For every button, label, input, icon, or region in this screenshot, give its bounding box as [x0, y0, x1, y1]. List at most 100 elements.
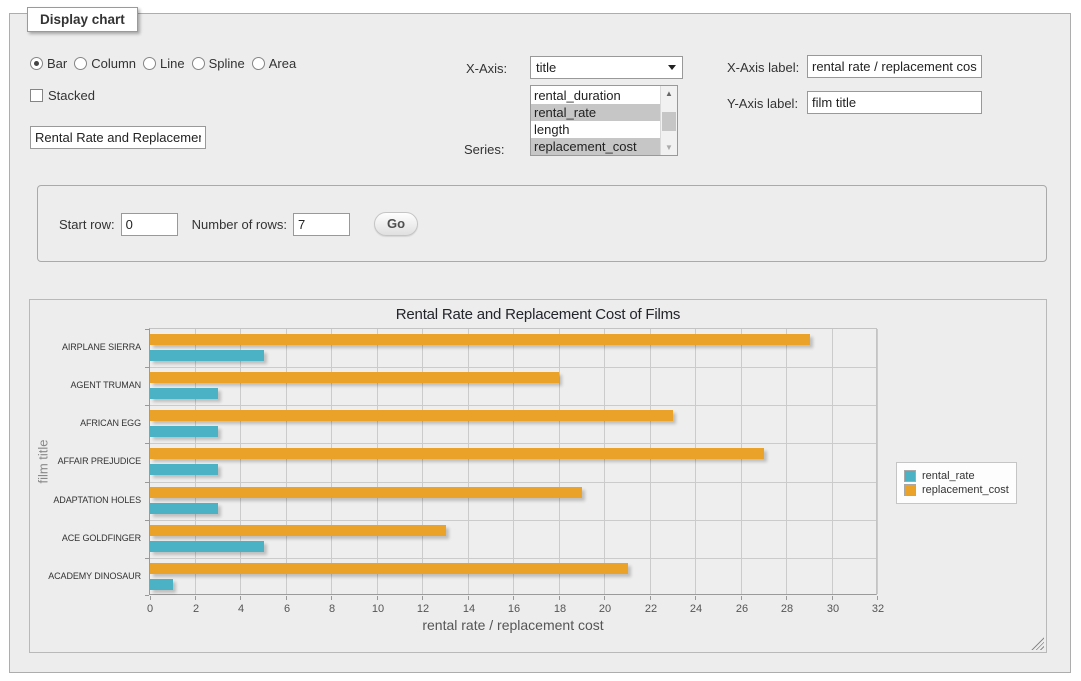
num-rows-label: Number of rows:: [192, 217, 287, 232]
chart-type-option-column[interactable]: Column: [74, 56, 136, 71]
gridline-x: [422, 329, 423, 594]
start-row-input[interactable]: [121, 213, 178, 236]
radio-label-bar[interactable]: Bar: [47, 56, 67, 71]
x-tick-mark: [422, 596, 423, 600]
radio-column[interactable]: [74, 57, 87, 70]
stacked-checkbox[interactable]: [30, 89, 43, 102]
bar-replacement_cost: [150, 563, 628, 574]
radio-label-spline[interactable]: Spline: [209, 56, 245, 71]
stacked-label[interactable]: Stacked: [48, 88, 95, 103]
x-tick-mark: [741, 596, 742, 600]
chevron-down-icon: [668, 65, 676, 70]
resize-grip-icon[interactable]: [1031, 637, 1044, 650]
radio-area[interactable]: [252, 57, 265, 70]
y-axis-label-input[interactable]: [807, 91, 982, 114]
series-option-length[interactable]: length: [531, 121, 660, 138]
y-tick-mark: [145, 558, 149, 559]
chart-panel: Rental Rate and Replacement Cost of Film…: [29, 299, 1047, 653]
radio-label-line[interactable]: Line: [160, 56, 185, 71]
y-tick-mark: [145, 329, 149, 330]
bar-replacement_cost: [150, 372, 559, 383]
gridline-x: [240, 329, 241, 594]
chart-title-input[interactable]: [30, 126, 206, 149]
y-tick-mark: [145, 443, 149, 444]
x-tick-mark: [786, 596, 787, 600]
gridline-y: [150, 482, 876, 483]
series-option-rental_rate[interactable]: rental_rate: [531, 104, 660, 121]
bar-rental_rate: [150, 350, 264, 361]
x-tick-mark: [513, 596, 514, 600]
series-options: rental_durationrental_ratelengthreplacem…: [531, 86, 660, 155]
x-tick-mark: [240, 596, 241, 600]
x-axis-label-input[interactable]: [807, 55, 982, 78]
start-row-label: Start row:: [59, 217, 115, 232]
x-tick-label: 6: [267, 603, 307, 615]
x-tick-label: 30: [813, 603, 853, 615]
bar-rental_rate: [150, 579, 173, 590]
gridline-x: [559, 329, 560, 594]
bar-replacement_cost: [150, 410, 673, 421]
x-tick-label: 32: [858, 603, 898, 615]
series-listbox[interactable]: rental_durationrental_ratelengthreplacem…: [530, 85, 678, 156]
chart-type-option-line[interactable]: Line: [143, 56, 185, 71]
chart-type-option-area[interactable]: Area: [252, 56, 296, 71]
x-tick-label: 26: [722, 603, 762, 615]
gridline-y: [150, 558, 876, 559]
y-tick-mark: [145, 367, 149, 368]
gridline-x: [286, 329, 287, 594]
y-tick-mark: [145, 595, 149, 596]
bar-replacement_cost: [150, 448, 764, 459]
category-label: AFRICAN EGG: [38, 404, 141, 442]
chart-title: Rental Rate and Replacement Cost of Film…: [30, 306, 1046, 323]
x-tick-label: 8: [312, 603, 352, 615]
y-tick-mark: [145, 405, 149, 406]
x-tick-label: 4: [221, 603, 261, 615]
x-tick-mark: [877, 596, 878, 600]
x-tick-mark: [832, 596, 833, 600]
series-scrollbar[interactable]: ▲ ▼: [660, 86, 677, 155]
fieldset-legend: Display chart: [27, 7, 138, 32]
y-axis-label-caption: Y-Axis label:: [727, 96, 798, 111]
bar-rental_rate: [150, 426, 218, 437]
x-axis-select[interactable]: title: [530, 56, 683, 79]
chart-type-option-spline[interactable]: Spline: [192, 56, 245, 71]
radio-label-area[interactable]: Area: [269, 56, 296, 71]
scroll-up-icon[interactable]: ▲: [661, 86, 677, 101]
scroll-down-icon[interactable]: ▼: [661, 140, 677, 155]
gridline-x: [695, 329, 696, 594]
y-tick-mark: [145, 482, 149, 483]
series-option-rental_duration[interactable]: rental_duration: [531, 87, 660, 104]
category-labels: AIRPLANE SIERRAAGENT TRUMANAFRICAN EGGAF…: [38, 328, 141, 595]
gridline-y: [150, 520, 876, 521]
legend-row-replacement_cost: replacement_cost: [904, 484, 1009, 496]
stacked-option[interactable]: Stacked: [30, 88, 95, 103]
bar-replacement_cost: [150, 525, 446, 536]
gridline-x: [331, 329, 332, 594]
x-tick-mark: [195, 596, 196, 600]
bar-replacement_cost: [150, 487, 582, 498]
gridline-x: [650, 329, 651, 594]
radio-bar-checked[interactable]: [30, 57, 43, 70]
legend-row-rental_rate: rental_rate: [904, 470, 1009, 482]
gridline-y: [150, 367, 876, 368]
x-axis-label-caption: X-Axis label:: [727, 60, 799, 75]
x-tick-label: 24: [676, 603, 716, 615]
go-button[interactable]: Go: [374, 212, 418, 236]
series-option-replacement_cost[interactable]: replacement_cost: [531, 138, 660, 155]
series-select-label: Series:: [464, 142, 504, 157]
radio-spline[interactable]: [192, 57, 205, 70]
category-label: AFFAIR PREJUDICE: [38, 442, 141, 480]
chart-type-option-bar[interactable]: Bar: [30, 56, 67, 71]
category-label: AIRPLANE SIERRA: [38, 328, 141, 366]
radio-label-column[interactable]: Column: [91, 56, 136, 71]
num-rows-input[interactable]: [293, 213, 350, 236]
category-label: ADAPTATION HOLES: [38, 481, 141, 519]
x-tick-mark: [468, 596, 469, 600]
gridline-x: [877, 329, 878, 594]
x-tick-label: 16: [494, 603, 534, 615]
x-tick-mark: [604, 596, 605, 600]
gridline-x: [786, 329, 787, 594]
radio-line[interactable]: [143, 57, 156, 70]
x-tick-mark: [650, 596, 651, 600]
scrollbar-thumb[interactable]: [662, 112, 676, 131]
